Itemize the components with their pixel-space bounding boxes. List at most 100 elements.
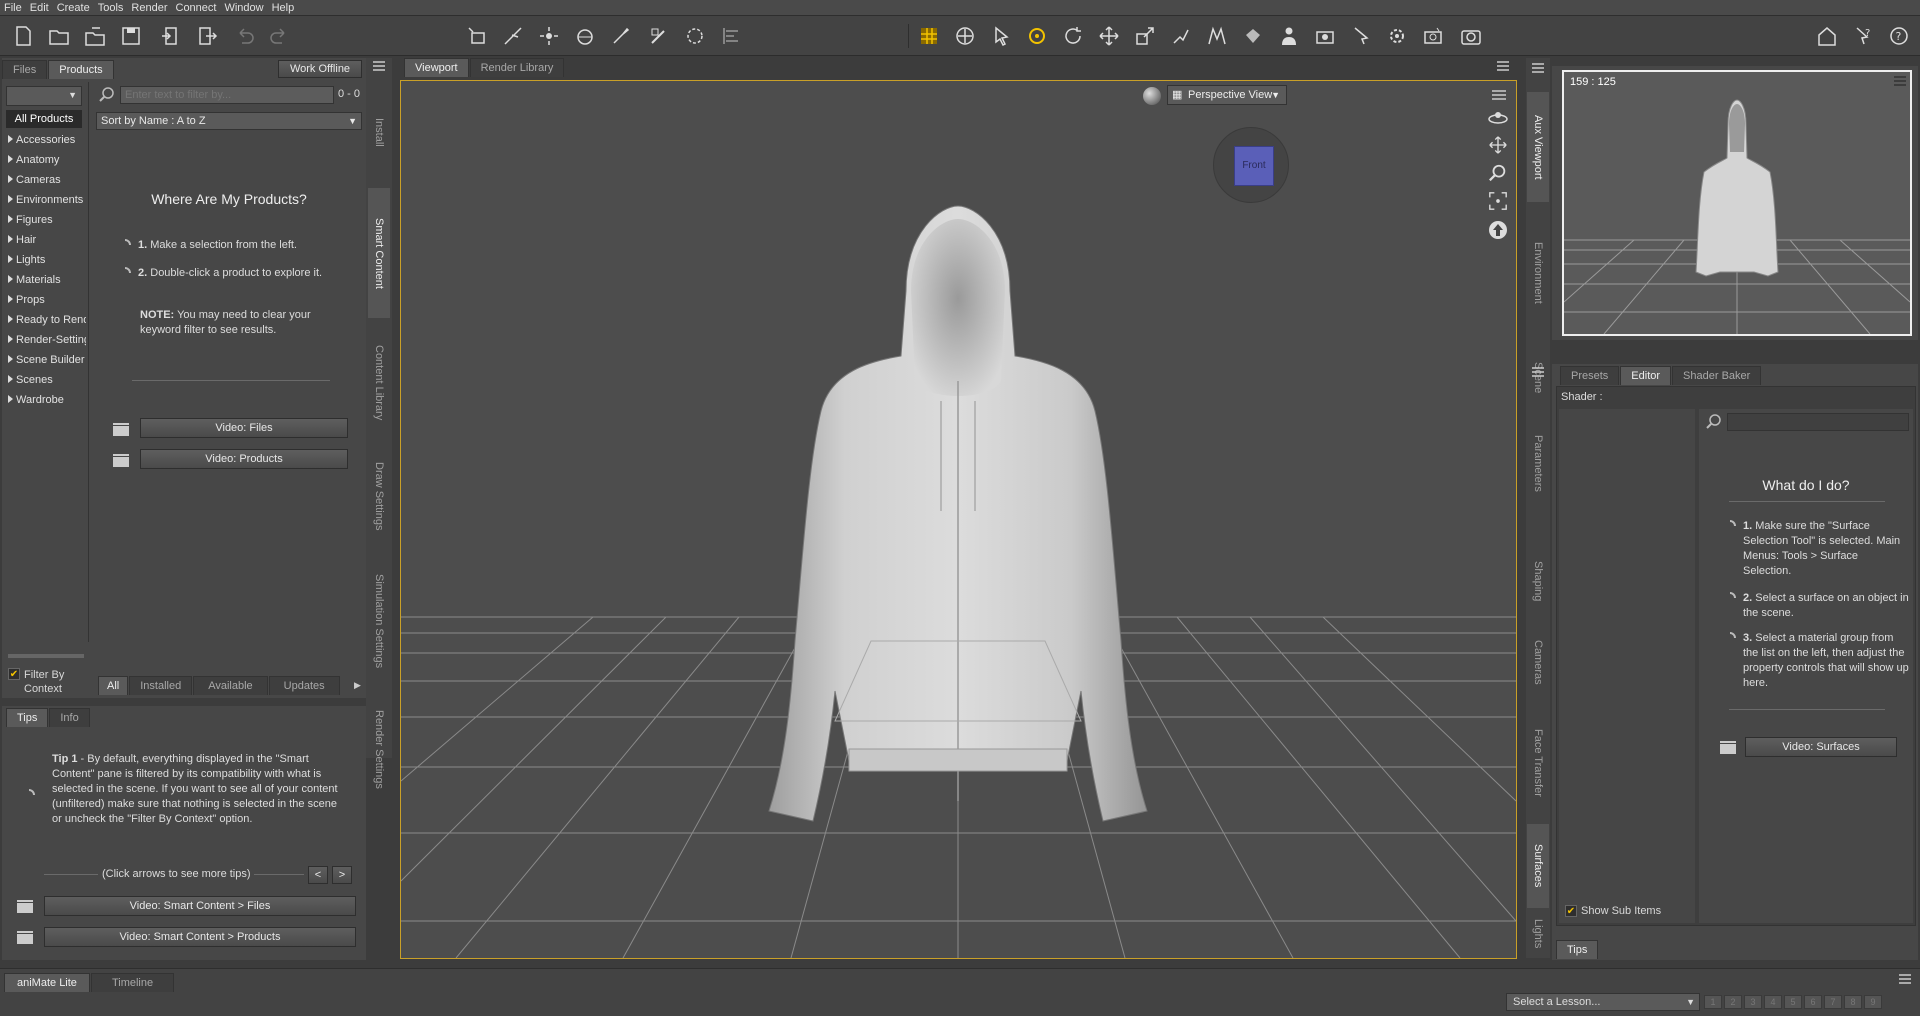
translate-icon[interactable] (1096, 24, 1122, 48)
category-item[interactable]: Environments (4, 190, 86, 210)
tab-parameters[interactable]: Parameters (1527, 388, 1549, 538)
category-item[interactable]: Materials (4, 270, 86, 290)
export-icon[interactable] (194, 24, 220, 48)
undo-icon[interactable] (232, 24, 258, 48)
material-list[interactable] (1559, 409, 1695, 923)
tab-available[interactable]: Available (193, 676, 268, 695)
zoom-icon[interactable] (1487, 163, 1509, 183)
tab-products[interactable]: Products (48, 60, 114, 79)
draw-style-icon[interactable] (1143, 87, 1161, 105)
menu-connect[interactable]: Connect (172, 2, 221, 14)
tip-next-button[interactable]: > (332, 866, 352, 884)
lesson-page[interactable]: 8 (1844, 995, 1862, 1009)
tab-tips[interactable]: Tips (6, 708, 49, 727)
video-files-button[interactable]: Video: Files (140, 418, 348, 438)
active-pose-icon[interactable] (1024, 24, 1050, 48)
property-filter-input[interactable] (1727, 413, 1909, 431)
pane-options-icon[interactable] (1531, 366, 1545, 378)
tab-timeline[interactable]: Timeline (90, 973, 175, 992)
open-icon[interactable] (46, 24, 72, 48)
figure-setup-icon[interactable] (464, 24, 490, 48)
geometry-editor-icon[interactable] (646, 24, 672, 48)
sphere-tool-icon[interactable] (572, 24, 598, 48)
sort-dropdown[interactable]: Sort by Name : A to Z ▼ (96, 112, 362, 130)
lesson-page[interactable]: 6 (1804, 995, 1822, 1009)
tab-editor[interactable]: Editor (1620, 366, 1672, 385)
viewport-options-icon[interactable] (1496, 60, 1510, 72)
joint-editor-icon[interactable] (500, 24, 526, 48)
tab-surface-tips[interactable]: Tips (1556, 940, 1599, 959)
camera-tool-icon[interactable] (1312, 24, 1338, 48)
video-products-button[interactable]: Video: Products (140, 449, 348, 469)
lesson-page[interactable]: 1 (1704, 995, 1722, 1009)
joint-tool-icon[interactable] (1168, 24, 1194, 48)
3d-viewport[interactable]: ▦ Perspective View ▼ Front (400, 80, 1517, 959)
reset-view-icon[interactable] (1487, 219, 1509, 241)
camera-icon[interactable] (1458, 24, 1484, 48)
tab-scroll-right-icon[interactable]: ▶ (354, 680, 361, 691)
tab-environment[interactable]: Environment (1527, 208, 1549, 338)
category-item[interactable]: Accessories (4, 130, 86, 150)
pointer-icon[interactable] (988, 24, 1014, 48)
category-item[interactable]: Lights (4, 250, 86, 270)
video-smart-content-files-button[interactable]: Video: Smart Content > Files (44, 896, 356, 916)
tab-lights[interactable]: Lights (1527, 914, 1549, 954)
video-surfaces-button[interactable]: Video: Surfaces (1745, 737, 1897, 757)
pane-options-icon[interactable] (1898, 973, 1912, 985)
category-item[interactable]: Wardrobe (4, 390, 86, 410)
tab-cameras[interactable]: Cameras (1527, 624, 1549, 700)
tab-draw-settings[interactable]: Draw Settings (368, 446, 390, 546)
new-scene-icon[interactable] (10, 24, 36, 48)
scale-icon[interactable] (1132, 24, 1158, 48)
category-item[interactable]: Scene Builder (4, 350, 86, 370)
zoom-slider[interactable] (8, 654, 84, 658)
menu-window[interactable]: Window (220, 2, 267, 14)
lesson-page[interactable]: 5 (1784, 995, 1802, 1009)
filter-input[interactable] (120, 86, 334, 104)
category-item[interactable]: Scenes (4, 370, 86, 390)
tab-render-settings[interactable]: Render Settings (368, 694, 390, 804)
tab-simulation-settings[interactable]: Simulation Settings (368, 556, 390, 686)
tab-shaping[interactable]: Shaping (1527, 546, 1549, 616)
node-selection-icon[interactable] (916, 24, 942, 48)
daz-home-icon[interactable] (1814, 24, 1840, 48)
tab-content-library[interactable]: Content Library (368, 328, 390, 438)
category-item[interactable]: Anatomy (4, 150, 86, 170)
menu-file[interactable]: File (0, 2, 26, 14)
aux-menu-icon[interactable] (1894, 76, 1906, 86)
category-item[interactable]: Cameras (4, 170, 86, 190)
region-tool-icon[interactable] (682, 24, 708, 48)
store-filter-dropdown[interactable]: ▼ (6, 86, 82, 106)
lesson-page[interactable]: 9 (1864, 995, 1882, 1009)
rotate-icon[interactable] (1060, 24, 1086, 48)
category-item[interactable]: Ready to Render (4, 310, 86, 330)
lesson-dropdown[interactable]: Select a Lesson... ▼ (1506, 993, 1700, 1011)
all-products-item[interactable]: All Products (6, 110, 82, 128)
node-weight-icon[interactable] (1204, 24, 1230, 48)
viewport-scene[interactable] (401, 81, 1516, 958)
surface-selection-icon[interactable] (1240, 24, 1266, 48)
render-icon[interactable] (1420, 24, 1446, 48)
menu-create[interactable]: Create (53, 2, 94, 14)
tab-animate-lite[interactable]: aniMate Lite (4, 973, 90, 992)
light-tool-icon[interactable] (1348, 24, 1374, 48)
lesson-page[interactable]: 2 (1724, 995, 1742, 1009)
tab-all[interactable]: All (98, 676, 129, 695)
view-cube-front[interactable]: Front (1234, 146, 1274, 186)
filter-by-context-checkbox[interactable]: ✔ Filter By Context (8, 668, 88, 696)
menu-render[interactable]: Render (127, 2, 171, 14)
figure-tool-icon[interactable] (1276, 24, 1302, 48)
tab-presets[interactable]: Presets (1560, 366, 1620, 385)
frame-icon[interactable] (1487, 191, 1509, 211)
help-icon[interactable]: ? (1886, 24, 1912, 48)
lesson-page[interactable]: 7 (1824, 995, 1842, 1009)
tab-info[interactable]: Info (49, 708, 90, 727)
orbit-icon[interactable] (1487, 109, 1509, 127)
redo-icon[interactable] (266, 24, 292, 48)
work-offline-button[interactable]: Work Offline (278, 60, 362, 78)
import-icon[interactable] (158, 24, 184, 48)
viewport-menu-icon[interactable] (1491, 89, 1507, 101)
category-item[interactable]: Render-Settings (4, 330, 86, 350)
pan-icon[interactable] (1487, 135, 1509, 155)
pane-options-icon[interactable] (1531, 62, 1545, 74)
